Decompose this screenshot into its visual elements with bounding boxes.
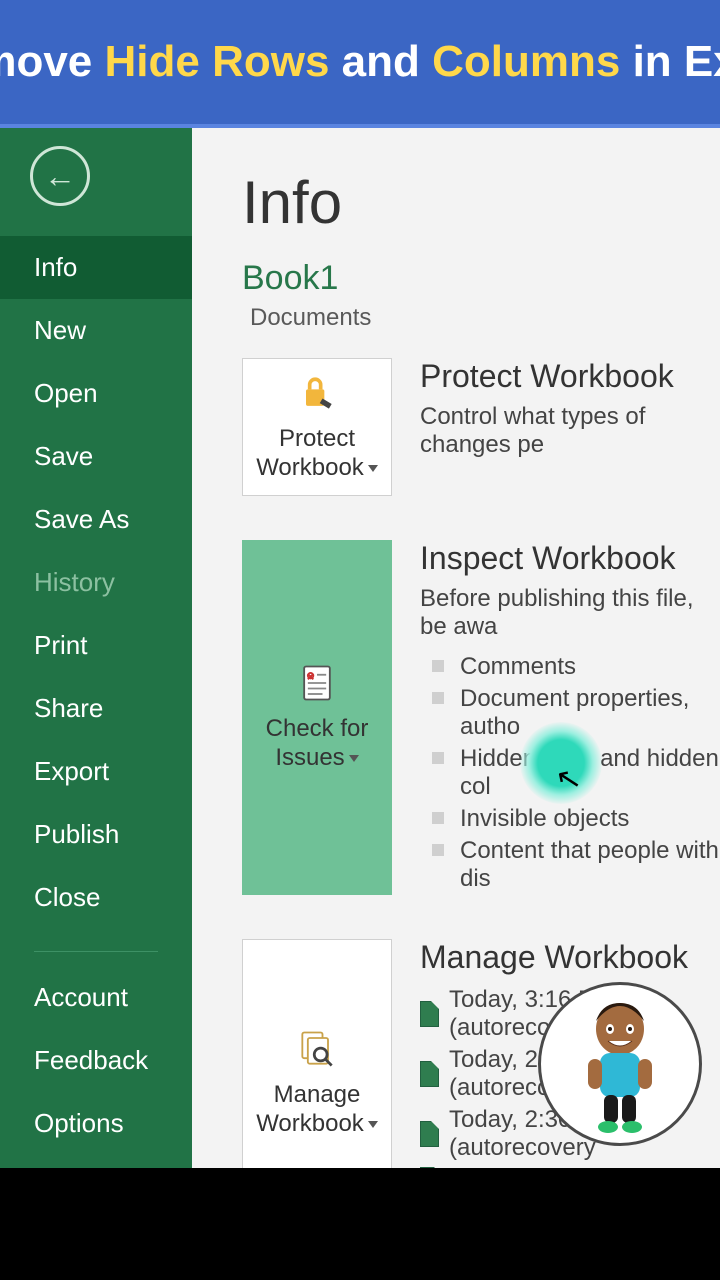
document-path[interactable]: Documents bbox=[242, 304, 720, 332]
excel-file-icon bbox=[420, 1167, 442, 1168]
banner-hl1: Hide Rows bbox=[105, 37, 330, 86]
back-button[interactable]: ← bbox=[30, 146, 90, 206]
nav-close[interactable]: Close bbox=[0, 866, 192, 929]
back-arrow-icon: ← bbox=[44, 160, 76, 192]
banner-pre: Remove bbox=[0, 37, 105, 86]
inspect-card-label: Check for Issues bbox=[249, 715, 385, 773]
protect-section: Protect Workbook Protect Workbook Contro… bbox=[242, 358, 720, 496]
protect-card-label: Protect Workbook bbox=[249, 425, 385, 483]
manage-card-label: Manage Workbook bbox=[249, 1081, 385, 1139]
document-name: Book1 bbox=[242, 259, 720, 298]
banner-text: Remove Hide Rows and Columns in Excel bbox=[0, 37, 720, 87]
sidebar: ← Info New Open Save Save As History Pri… bbox=[0, 128, 192, 1168]
protect-workbook-button[interactable]: Protect Workbook bbox=[242, 358, 392, 496]
chevron-down-icon bbox=[368, 465, 378, 472]
nav-info[interactable]: Info bbox=[0, 236, 192, 299]
protect-title: Protect Workbook bbox=[420, 358, 720, 395]
nav-save[interactable]: Save bbox=[0, 425, 192, 488]
excel-file-icon bbox=[420, 1061, 439, 1087]
nav-footer: Account Feedback Options bbox=[0, 966, 192, 1155]
nav-main: Info New Open Save Save As History Print… bbox=[0, 236, 192, 929]
nav-publish[interactable]: Publish bbox=[0, 803, 192, 866]
nav-save-as[interactable]: Save As bbox=[0, 488, 192, 551]
lock-icon bbox=[295, 371, 339, 415]
banner-hl2: Columns bbox=[432, 37, 620, 86]
inspect-desc: Before publishing this file, be awa bbox=[420, 585, 720, 641]
document-search-icon bbox=[295, 1027, 339, 1071]
manage-workbook-button[interactable]: Manage Workbook bbox=[242, 939, 392, 1168]
page-title: Info bbox=[242, 168, 720, 237]
inspect-info: Inspect Workbook Before publishing this … bbox=[420, 540, 720, 895]
excel-file-icon bbox=[420, 1001, 439, 1027]
nav-options[interactable]: Options bbox=[0, 1092, 192, 1155]
inspect-item: Invisible objects bbox=[420, 803, 720, 835]
checklist-icon bbox=[295, 661, 339, 705]
nav-share[interactable]: Share bbox=[0, 677, 192, 740]
protect-info: Protect Workbook Control what types of c… bbox=[420, 358, 720, 496]
inspect-item: Content that people with dis bbox=[420, 835, 720, 895]
nav-new[interactable]: New bbox=[0, 299, 192, 362]
inspect-section: Check for Issues Inspect Workbook Before… bbox=[242, 540, 720, 895]
chevron-down-icon bbox=[349, 755, 359, 762]
protect-desc: Control what types of changes pe bbox=[420, 403, 720, 459]
inspect-title: Inspect Workbook bbox=[420, 540, 720, 577]
banner-mid: and bbox=[329, 37, 432, 86]
inspect-item: Comments bbox=[420, 651, 720, 683]
nav-export[interactable]: Export bbox=[0, 740, 192, 803]
nav-feedback[interactable]: Feedback bbox=[0, 1029, 192, 1092]
chevron-down-icon bbox=[368, 1121, 378, 1128]
nav-print[interactable]: Print bbox=[0, 614, 192, 677]
check-for-issues-button[interactable]: Check for Issues bbox=[242, 540, 392, 895]
sidebar-separator bbox=[34, 951, 158, 952]
nav-history: History bbox=[0, 551, 192, 614]
excel-file-icon bbox=[420, 1121, 439, 1147]
banner-post: in Excel bbox=[620, 37, 720, 86]
nav-open[interactable]: Open bbox=[0, 362, 192, 425]
inspect-list: Comments Document properties, autho Hidd… bbox=[420, 651, 720, 895]
nav-account[interactable]: Account bbox=[0, 966, 192, 1029]
video-title-banner: Remove Hide Rows and Columns in Excel bbox=[0, 0, 720, 128]
recovery-item[interactable]: Today, 2:07 PM recovery bbox=[420, 1164, 720, 1168]
manage-title: Manage Workbook bbox=[420, 939, 720, 976]
inspect-item: Hidden rows and hidden col bbox=[420, 743, 720, 803]
viewport: { "banner": { "pre": "Remove ", "hl1": "… bbox=[0, 0, 720, 1280]
presenter-avatar bbox=[538, 982, 702, 1146]
inspect-item: Document properties, autho bbox=[420, 683, 720, 743]
